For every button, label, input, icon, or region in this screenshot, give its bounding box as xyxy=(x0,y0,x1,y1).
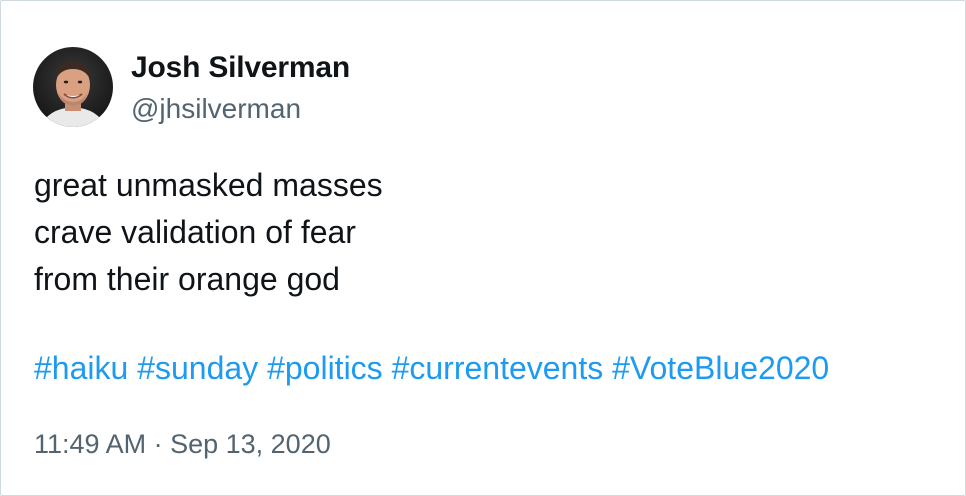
tweet-card: Josh Silverman @jhsilverman great unmask… xyxy=(0,0,966,496)
avatar-photo-icon xyxy=(33,47,113,127)
tweet-date: Sep 13, 2020 xyxy=(170,429,331,459)
tweet-timestamp[interactable]: 11:49 AM · Sep 13, 2020 xyxy=(34,429,331,460)
author-handle[interactable]: @jhsilverman xyxy=(131,93,301,125)
tweet-line: great unmasked masses xyxy=(34,167,383,203)
tweet-text: great unmasked masses crave validation o… xyxy=(34,162,383,303)
meta-separator: · xyxy=(146,429,171,459)
tweet-line: from their orange god xyxy=(34,261,340,297)
hashtag-list: #haiku #sunday #politics #currentevents … xyxy=(34,350,829,387)
hashtag-link[interactable]: #haiku xyxy=(34,350,128,386)
tweet-time: 11:49 AM xyxy=(34,429,147,459)
hashtag-link[interactable]: #currentevents xyxy=(392,350,604,386)
avatar[interactable] xyxy=(33,47,113,127)
tweet-line: crave validation of fear xyxy=(34,214,356,250)
author-name[interactable]: Josh Silverman xyxy=(131,51,350,85)
hashtag-link[interactable]: #sunday xyxy=(137,350,258,386)
hashtag-link[interactable]: #VoteBlue2020 xyxy=(612,350,829,386)
hashtag-link[interactable]: #politics xyxy=(267,350,383,386)
